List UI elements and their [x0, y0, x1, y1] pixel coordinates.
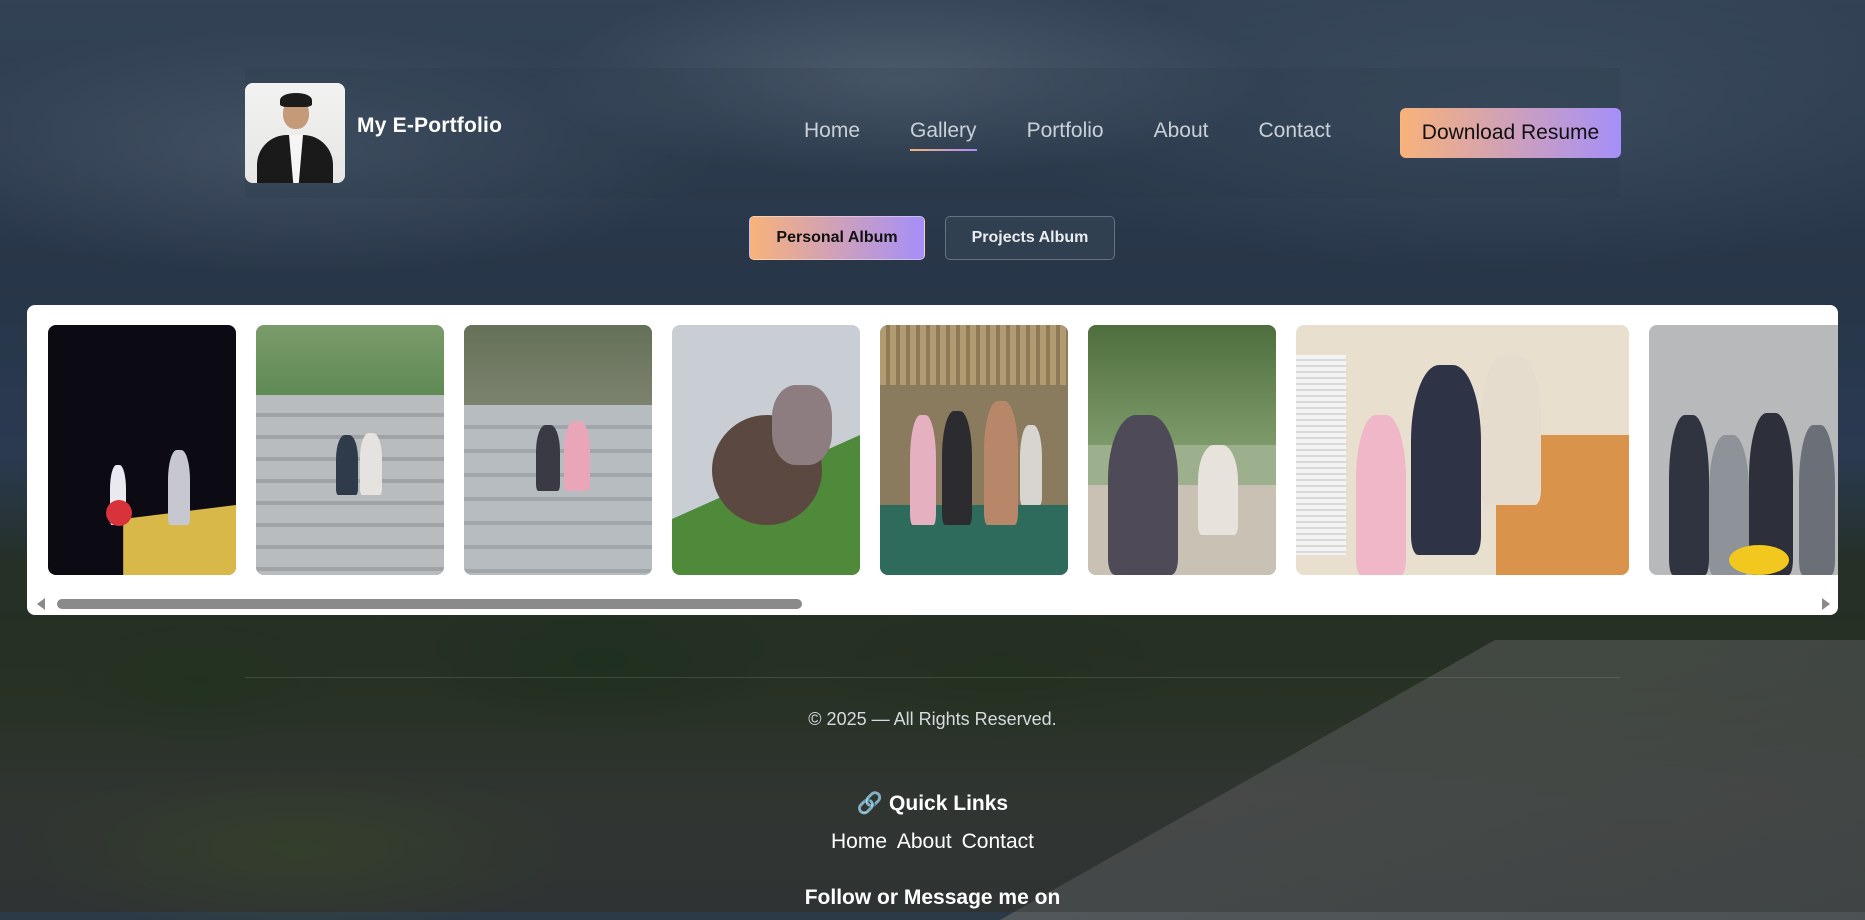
nav-about[interactable]: About [1154, 119, 1209, 143]
nav-gallery[interactable]: Gallery [910, 119, 977, 151]
photo-person [336, 435, 358, 495]
photo-person [564, 421, 590, 491]
avatar-hair [280, 93, 312, 107]
photo-person [984, 401, 1018, 525]
photo-person [1108, 415, 1178, 575]
nav-portfolio[interactable]: Portfolio [1027, 119, 1104, 143]
nav-home[interactable]: Home [804, 119, 860, 143]
main-nav: Home Gallery Portfolio About Contact [804, 119, 1381, 151]
profile-avatar[interactable] [245, 83, 345, 183]
copyright-text: © 2025 — All Rights Reserved. [808, 709, 1057, 729]
footer-link-home[interactable]: Home [831, 830, 887, 853]
photo-person [360, 433, 382, 495]
footer-link-contact[interactable]: Contact [962, 830, 1034, 853]
gallery-photo[interactable] [1088, 325, 1276, 575]
gallery-photo[interactable] [1296, 325, 1629, 575]
gallery-photo[interactable] [672, 325, 860, 575]
nav-contact[interactable]: Contact [1259, 119, 1331, 143]
photo-person [1356, 415, 1406, 575]
photo-person [1481, 355, 1541, 505]
photo-trees [1088, 325, 1276, 445]
gallery-photo[interactable] [464, 325, 652, 575]
personal-album-tab[interactable]: Personal Album [749, 216, 925, 260]
quick-links-heading: 🔗 Quick Links [0, 792, 1865, 816]
download-resume-button[interactable]: Download Resume [1400, 108, 1621, 158]
quick-links: Home About Contact [0, 830, 1865, 854]
photo-person [1411, 365, 1481, 555]
photo-heart [106, 500, 132, 526]
scroll-left-arrow-icon[interactable] [37, 598, 45, 610]
photo-cake [1729, 545, 1789, 575]
gallery-photo[interactable] [1649, 325, 1838, 575]
photo-person [168, 450, 190, 525]
brand-title[interactable]: My E-Portfolio [357, 114, 502, 138]
photo-person [1799, 425, 1835, 575]
photo-person [910, 415, 936, 525]
photo-floor [880, 505, 1068, 575]
footer-link-about[interactable]: About [897, 830, 952, 853]
gallery-scrollbar[interactable] [57, 599, 802, 609]
photo-person [772, 385, 832, 465]
photo-person [536, 425, 560, 491]
photo-building [464, 325, 652, 405]
gallery-photo[interactable] [256, 325, 444, 575]
photo-letters [123, 505, 236, 575]
photo-trees [256, 325, 444, 395]
photo-person [942, 411, 972, 525]
photo-person [1198, 445, 1238, 535]
photo-roof [880, 325, 1068, 385]
gallery-photo[interactable] [880, 325, 1068, 575]
gallery-photo[interactable] [48, 325, 236, 575]
photo-aircon [1296, 355, 1346, 555]
scroll-right-arrow-icon[interactable] [1822, 598, 1830, 610]
link-icon: 🔗 [856, 792, 884, 815]
photo-person [1669, 415, 1709, 575]
follow-heading: Follow or Message me on [804, 886, 1061, 909]
photo-gallery[interactable] [27, 305, 1838, 615]
projects-album-tab[interactable]: Projects Album [945, 216, 1115, 260]
footer-divider [245, 677, 1620, 678]
photo-person [1020, 425, 1042, 505]
quick-links-title: Quick Links [889, 792, 1009, 815]
